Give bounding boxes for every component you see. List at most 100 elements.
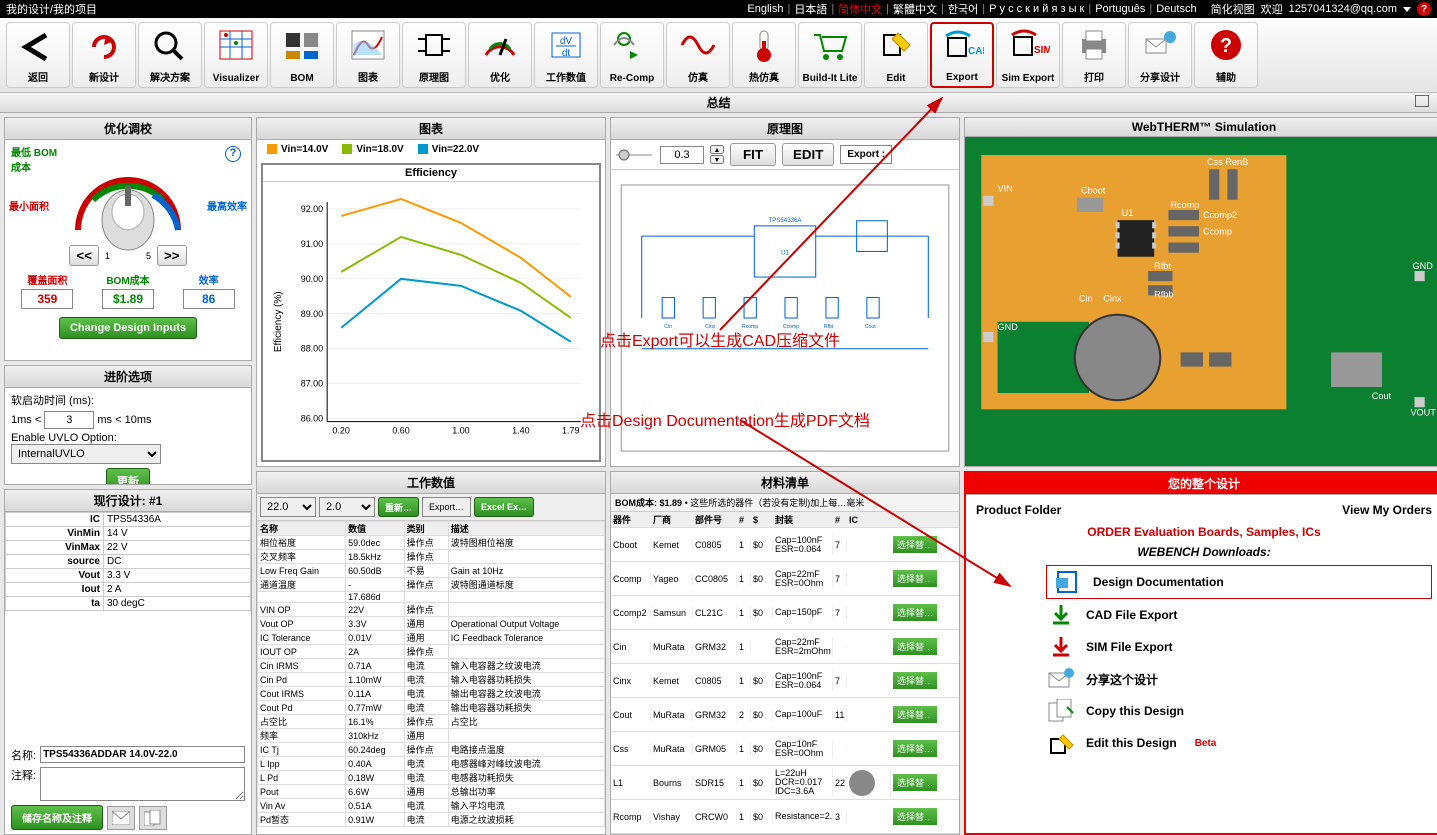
toolbar-grid-button[interactable]: Visualizer: [204, 22, 268, 88]
bom-select-button[interactable]: 选择替…: [893, 706, 937, 723]
toolbar-edit-button[interactable]: Edit: [864, 22, 928, 88]
dial-prev-button[interactable]: <<: [69, 245, 99, 266]
dial-next-button[interactable]: >>: [157, 245, 187, 266]
lang-zhcn[interactable]: 简体中文: [838, 1, 882, 17]
ss-max: ms < 10ms: [97, 414, 151, 426]
summary-bar: 总结: [0, 93, 1437, 113]
bom-select-button[interactable]: 选择替…: [893, 570, 937, 587]
toolbar-dial-button[interactable]: 优化: [468, 22, 532, 88]
design-name-input[interactable]: [40, 746, 245, 763]
export-schematic-label[interactable]: Export :: [840, 145, 892, 164]
toolbar-cart-button[interactable]: Build-It Lite: [798, 22, 862, 88]
email-icon[interactable]: [107, 806, 135, 830]
export-opvals-button[interactable]: Export…: [422, 497, 471, 517]
download-edit-item[interactable]: Edit this DesignBeta: [1046, 727, 1432, 759]
softstart-input[interactable]: [44, 411, 94, 429]
opval-sel2[interactable]: 2.0: [319, 497, 375, 517]
refresh-button[interactable]: 重新…: [378, 497, 419, 517]
svg-text:Rfbb: Rfbb: [1154, 289, 1173, 299]
bom-select-button[interactable]: 选择替…: [893, 740, 937, 757]
lang-de[interactable]: Deutsch: [1156, 3, 1196, 15]
design-note-input[interactable]: [40, 767, 245, 801]
toolbar-chart-button[interactable]: 图表: [336, 22, 400, 88]
metric-bom-value: $1.89: [102, 289, 154, 309]
toolbar-thermo-button[interactable]: 热仿真: [732, 22, 796, 88]
toolbar-search-button[interactable]: 解决方案: [138, 22, 202, 88]
copy-icon[interactable]: [139, 806, 167, 830]
dial-help-icon[interactable]: ?: [225, 146, 241, 162]
bom-row: CssMuRataGRM051$0Cap=10nF ESR=0Ohm选择替…: [611, 732, 959, 766]
pcb-view[interactable]: VIN Cboot U1 Rfbt Rfbb Rcomp Ccomp2 Ccom…: [965, 137, 1437, 466]
toolbar-recomp-button[interactable]: Re-Comp: [600, 22, 664, 88]
toolbar-dvdt-button[interactable]: dVdt工作数值: [534, 22, 598, 88]
update-button[interactable]: 更新: [106, 468, 150, 485]
help-icon[interactable]: ?: [1417, 2, 1431, 16]
change-inputs-button[interactable]: Change Design Inputs: [59, 317, 197, 339]
excel-export-button[interactable]: Excel Ex…: [474, 497, 534, 517]
sim-icon: SIM: [1006, 25, 1050, 65]
lang-zhtw[interactable]: 繁體中文: [893, 1, 937, 17]
optimize-dial[interactable]: 最低 BOM 成本 最小面积 最高效率 ? << 1 5 >>: [5, 140, 251, 270]
grid-icon: [214, 25, 258, 65]
toolbar-label: Edit: [887, 73, 906, 84]
user-dropdown-caret[interactable]: [1403, 7, 1411, 12]
download-sim-item[interactable]: SIM File Export: [1046, 631, 1432, 663]
table-row: VinMin14 V: [6, 527, 251, 541]
toolbar-cad-button[interactable]: CADExport: [930, 22, 994, 88]
bom-row: CbootKemetC08051$0Cap=100nF ESR=0.0647选择…: [611, 528, 959, 562]
download-cad-item[interactable]: CAD File Export: [1046, 599, 1432, 631]
download-copy-item[interactable]: Copy this Design: [1046, 695, 1432, 727]
lang-ko[interactable]: 한국어: [948, 1, 978, 17]
toolbar-back-button[interactable]: 返回: [6, 22, 70, 88]
save-name-button[interactable]: 储存名称及注释: [11, 805, 103, 830]
table-row: L Ipp0.40A电流电感器峰对峰纹波电流: [258, 757, 605, 771]
user-email[interactable]: 1257041324@qq.com: [1289, 3, 1397, 15]
view-orders-link[interactable]: View My Orders: [1342, 503, 1432, 517]
toolbar-schematic-button[interactable]: 原理图: [402, 22, 466, 88]
bom-select-button[interactable]: 选择替…: [893, 672, 937, 689]
schematic-icon: [412, 25, 456, 65]
table-row: 通道温度-操作点波特图通道标度: [258, 578, 605, 592]
window-restore-icon[interactable]: [1415, 95, 1429, 107]
breadcrumb[interactable]: 我的设计/我的项目: [6, 1, 97, 17]
bom-select-button[interactable]: 选择替…: [893, 536, 937, 553]
toolbar-redo-button[interactable]: 新设计: [72, 22, 136, 88]
lang-pt[interactable]: Português: [1095, 3, 1145, 15]
bom-select-button[interactable]: 选择替…: [893, 604, 937, 621]
uvlo-select[interactable]: InternalUVLO: [11, 444, 161, 464]
toolbar-sim-button[interactable]: SIMSim Export: [996, 22, 1060, 88]
toolbar-share-button[interactable]: 分享设计: [1128, 22, 1192, 88]
svg-text:Ccomp: Ccomp: [783, 324, 799, 330]
toolbar-help-button[interactable]: ?辅助: [1194, 22, 1258, 88]
bom-select-button[interactable]: 选择替…: [893, 638, 937, 655]
zoom-slider-icon[interactable]: [614, 147, 654, 163]
download-doc-item[interactable]: Design Documentation: [1046, 565, 1432, 599]
svg-text:U1: U1: [1122, 208, 1134, 218]
order-link[interactable]: ORDER Evaluation Boards, Samples, ICs: [976, 519, 1432, 545]
lang-ru[interactable]: Р у с с к и й я з ы к: [989, 3, 1084, 15]
product-folder-link[interactable]: Product Folder: [976, 503, 1061, 517]
lang-jp[interactable]: 日本語: [794, 1, 827, 17]
zoom-input[interactable]: [660, 146, 704, 164]
toolbar-print-button[interactable]: 打印: [1062, 22, 1126, 88]
edit-button[interactable]: EDIT: [782, 143, 834, 166]
bom-select-button[interactable]: 选择替…: [893, 774, 937, 791]
table-row: Vout3.3 V: [6, 569, 251, 583]
bom-header-row: 器件厂商部件号#$封装#IC: [611, 512, 959, 528]
toolbar-label: Visualizer: [213, 73, 260, 84]
toolbar-sine-button[interactable]: 仿真: [666, 22, 730, 88]
fit-button[interactable]: FIT: [730, 143, 776, 166]
toolbar-bom-button[interactable]: BOM: [270, 22, 334, 88]
svg-text:VOUT: VOUT: [1410, 407, 1436, 417]
download-share-item[interactable]: 分享这个设计: [1046, 663, 1432, 695]
schematic-view[interactable]: TPS54336A U1 CinCinxRcomp CcompRfbtCout: [611, 170, 959, 466]
simple-view-link[interactable]: 简化视图: [1211, 1, 1255, 17]
zoom-up[interactable]: ▲: [710, 145, 724, 154]
lang-en[interactable]: English: [747, 3, 783, 15]
zoom-down[interactable]: ▼: [710, 155, 724, 164]
svg-text:Cout: Cout: [1372, 391, 1392, 401]
opvals-panel-title: 工作数值: [257, 472, 605, 494]
opval-sel1[interactable]: 22.0: [260, 497, 316, 517]
opvals-table: 名称数值类别描述相位裕度59.0dec操作点波特图相位裕度交叉频率18.5kHz…: [257, 521, 605, 827]
toolbar-label: 热仿真: [749, 69, 779, 84]
